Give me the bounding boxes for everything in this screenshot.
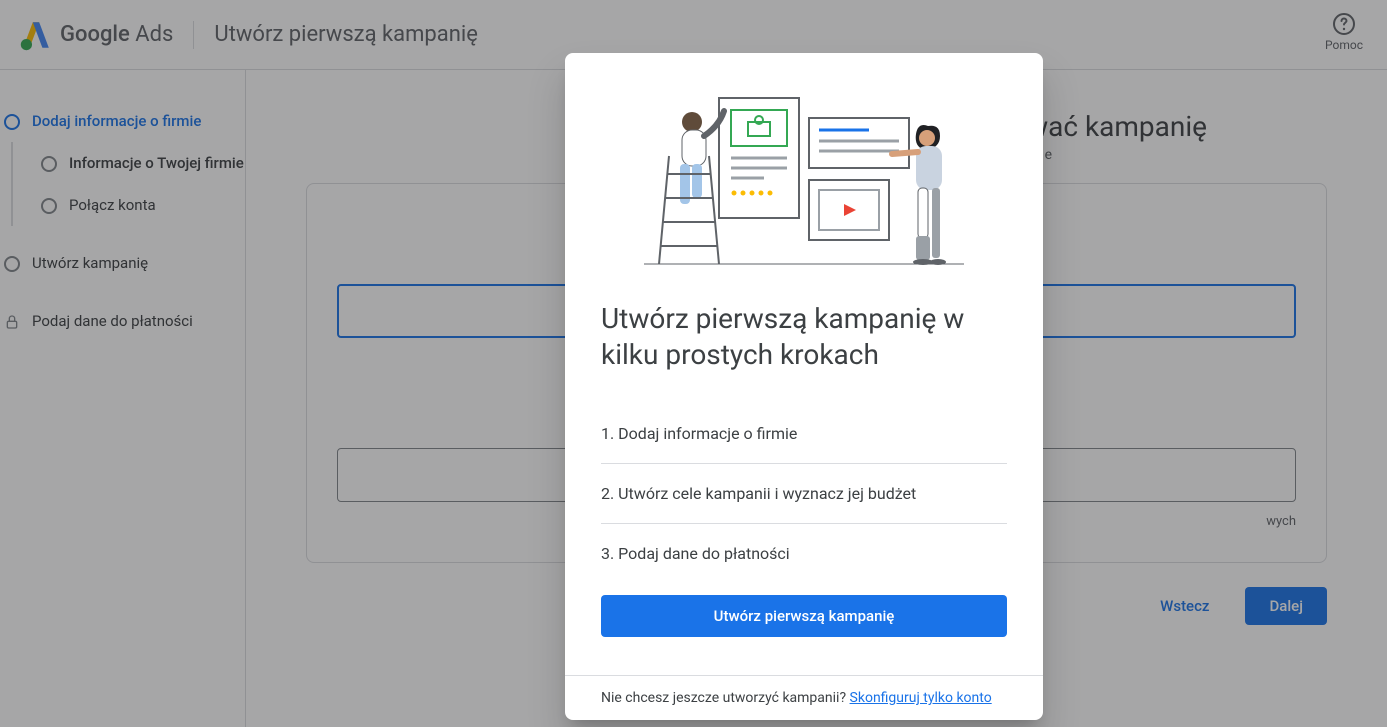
configure-account-only-link[interactable]: Skonfiguruj tylko konto [850,690,992,706]
modal-step-1: 1. Dodaj informacje o firmie [601,404,1007,464]
modal-footer: Nie chcesz jeszcze utworzyć kampanii? Sk… [565,675,1043,720]
modal-step-3: 3. Podaj dane do płatności [601,524,1007,583]
modal-footer-text: Nie chcesz jeszcze utworzyć kampanii? [601,690,850,706]
create-campaign-button[interactable]: Utwórz pierwszą kampanię [601,595,1007,637]
illustration-icon [634,86,974,266]
modal-step-2: 2. Utwórz cele kampanii i wyznacz jej bu… [601,464,1007,524]
modal-title: Utwórz pierwszą kampanię w kilku prostyc… [601,301,1007,374]
modal-body: Utwórz pierwszą kampanię w kilku prostyc… [565,271,1043,675]
onboarding-modal: Utwórz pierwszą kampanię w kilku prostyc… [565,53,1043,720]
modal-illustration [565,53,1043,271]
